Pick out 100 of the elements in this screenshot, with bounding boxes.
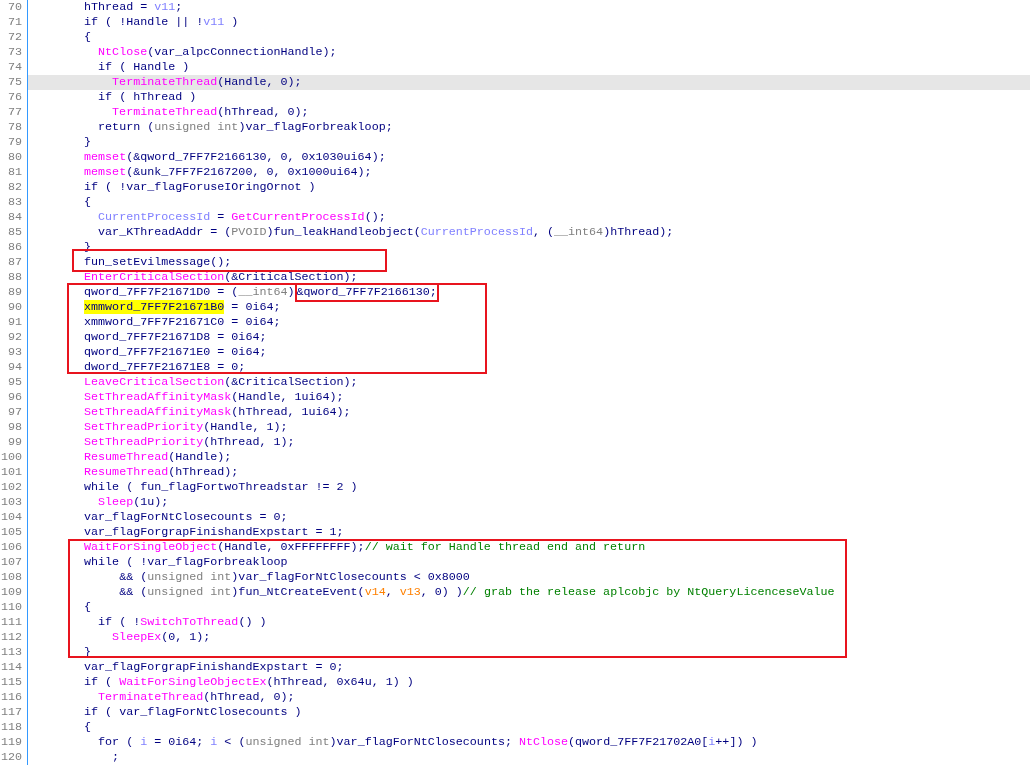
- code-line: qword_7FF7F21671E0 = 0i64;: [84, 345, 267, 359]
- code-line: SetThreadAffinityMask(hThread, 1ui64);: [84, 405, 351, 419]
- line-number: 86: [0, 240, 28, 255]
- code-line: var_flagForgrapFinishandExpstart = 1;: [84, 525, 344, 539]
- line-number: 84: [0, 210, 28, 225]
- line-number: 100: [0, 450, 28, 465]
- line-number: 70: [0, 0, 28, 15]
- line-number: 107: [0, 555, 28, 570]
- code-line: dword_7FF7F21671E8 = 0;: [84, 360, 246, 374]
- line-number: 104: [0, 510, 28, 525]
- line-number: 118: [0, 720, 28, 735]
- code-line: if ( Handle ): [98, 60, 190, 74]
- code-line: xmmword_7FF7F21671C0 = 0i64;: [84, 315, 281, 329]
- code-line: if ( !Handle || !v11 ): [84, 15, 239, 29]
- code-line: && (unsigned int)var_flagForNtClosecounts < 0x8000: [119, 570, 470, 584]
- code-line: ;: [112, 750, 120, 764]
- line-number: 79: [0, 135, 28, 150]
- code-line: NtClose(var_alpcConnectionHandle);: [98, 45, 337, 59]
- line-number: 92: [0, 330, 28, 345]
- line-number: 89: [0, 285, 28, 300]
- line-number: 97: [0, 405, 28, 420]
- code-line: while ( !var_flagForbreakloop: [84, 555, 288, 569]
- code-line: for ( i = 0i64; i < (unsigned int)var_flagForNtClosecounts; NtClose(qword_7FF7F21702A0[i++]) ): [98, 735, 758, 749]
- code-line: if ( hThread ): [98, 90, 197, 104]
- code-line: Sleep(1u);: [98, 495, 169, 509]
- line-number: 78: [0, 120, 28, 135]
- code-line: }: [84, 135, 92, 149]
- line-number: 87: [0, 255, 28, 270]
- code-line: TerminateThread(Handle, 0);: [112, 75, 302, 89]
- line-number: 112: [0, 630, 28, 645]
- line-number: 103: [0, 495, 28, 510]
- line-number: 88: [0, 270, 28, 285]
- line-number: 83: [0, 195, 28, 210]
- line-number: 113: [0, 645, 28, 660]
- code-line: TerminateThread(hThread, 0);: [112, 105, 309, 119]
- code-line: var_flagForgrapFinishandExpstart = 0;: [84, 660, 344, 674]
- code-line: WaitForSingleObject(Handle, 0xFFFFFFFF);// wait for Handle thread end and return: [84, 540, 646, 554]
- line-number: 108: [0, 570, 28, 585]
- line-number: 117: [0, 705, 28, 720]
- line-number: 99: [0, 435, 28, 450]
- code-line: {: [84, 195, 92, 209]
- line-number: 82: [0, 180, 28, 195]
- line-number: 110: [0, 600, 28, 615]
- code-line: ResumeThread(hThread);: [84, 465, 239, 479]
- line-number: 116: [0, 690, 28, 705]
- line-number: 73: [0, 45, 28, 60]
- code-line: EnterCriticalSection(&CriticalSection);: [84, 270, 358, 284]
- code-line: hThread = v11;: [84, 0, 183, 14]
- code-line: SetThreadPriority(Handle, 1);: [84, 420, 288, 434]
- line-number: 101: [0, 465, 28, 480]
- code-line: if ( var_flagForNtClosecounts ): [84, 705, 302, 719]
- line-number: 91: [0, 315, 28, 330]
- code-line: SetThreadPriority(hThread, 1);: [84, 435, 295, 449]
- code-line: memset(&qword_7FF7F2166130, 0, 0x1030ui64);: [84, 150, 386, 164]
- line-number: 80: [0, 150, 28, 165]
- line-number: 119: [0, 735, 28, 750]
- code-line: {: [84, 720, 92, 734]
- code-line: xmmword_7FF7F21671B0 = 0i64;: [84, 300, 281, 314]
- line-number: 85: [0, 225, 28, 240]
- line-number: 95: [0, 375, 28, 390]
- code-line: if ( !SwitchToThread() ): [98, 615, 267, 629]
- line-number: 105: [0, 525, 28, 540]
- code-line: return (unsigned int)var_flagForbreakloop;: [98, 120, 393, 134]
- line-number: 76: [0, 90, 28, 105]
- code-line: qword_7FF7F21671D0 = (__int64): [84, 285, 295, 299]
- line-number: 109: [0, 585, 28, 600]
- line-number: 72: [0, 30, 28, 45]
- code-line: fun_setEvilmessage();: [84, 255, 232, 269]
- line-number: 120: [0, 750, 28, 765]
- code-line: while ( fun_flagFortwoThreadstar != 2 ): [84, 480, 358, 494]
- line-number: 114: [0, 660, 28, 675]
- line-number: 106: [0, 540, 28, 555]
- line-number: 71: [0, 15, 28, 30]
- code-line: if ( WaitForSingleObjectEx(hThread, 0x64u, 1) ): [84, 675, 414, 689]
- line-number: 94: [0, 360, 28, 375]
- line-number: 93: [0, 345, 28, 360]
- line-number: 102: [0, 480, 28, 495]
- code-line: SetThreadAffinityMask(Handle, 1ui64);: [84, 390, 344, 404]
- code-line: {: [84, 600, 92, 614]
- framed-code: &qword_7FF7F2166130;: [294, 283, 439, 302]
- code-line: var_KThreadAddr = (PVOID)fun_leakHandleobject(CurrentProcessId, (__int64)hThread);: [98, 225, 674, 239]
- code-line: TerminateThread(hThread, 0);: [98, 690, 295, 704]
- code-line: && (unsigned int)fun_NtCreateEvent(v14, v13, 0) )// grab the release aplcobjc by NtQueryLicenceseValue: [119, 585, 835, 599]
- line-number: 115: [0, 675, 28, 690]
- code-line: qword_7FF7F21671D8 = 0i64;: [84, 330, 267, 344]
- line-number: 111: [0, 615, 28, 630]
- line-number: 77: [0, 105, 28, 120]
- code-line: SleepEx(0, 1);: [112, 630, 211, 644]
- line-number: 81: [0, 165, 28, 180]
- code-line: {: [84, 30, 92, 44]
- line-number: 74: [0, 60, 28, 75]
- line-number: 98: [0, 420, 28, 435]
- code-line: ResumeThread(Handle);: [84, 450, 232, 464]
- code-line: memset(&unk_7FF7F2167200, 0, 0x1000ui64);: [84, 165, 372, 179]
- code-line: LeaveCriticalSection(&CriticalSection);: [84, 375, 358, 389]
- code-line: if ( !var_flagForuseIOringOrnot ): [84, 180, 316, 194]
- code-line: CurrentProcessId = GetCurrentProcessId();: [98, 210, 386, 224]
- line-number: 90: [0, 300, 28, 315]
- line-number: 96: [0, 390, 28, 405]
- code-line: var_flagForNtClosecounts = 0;: [84, 510, 288, 524]
